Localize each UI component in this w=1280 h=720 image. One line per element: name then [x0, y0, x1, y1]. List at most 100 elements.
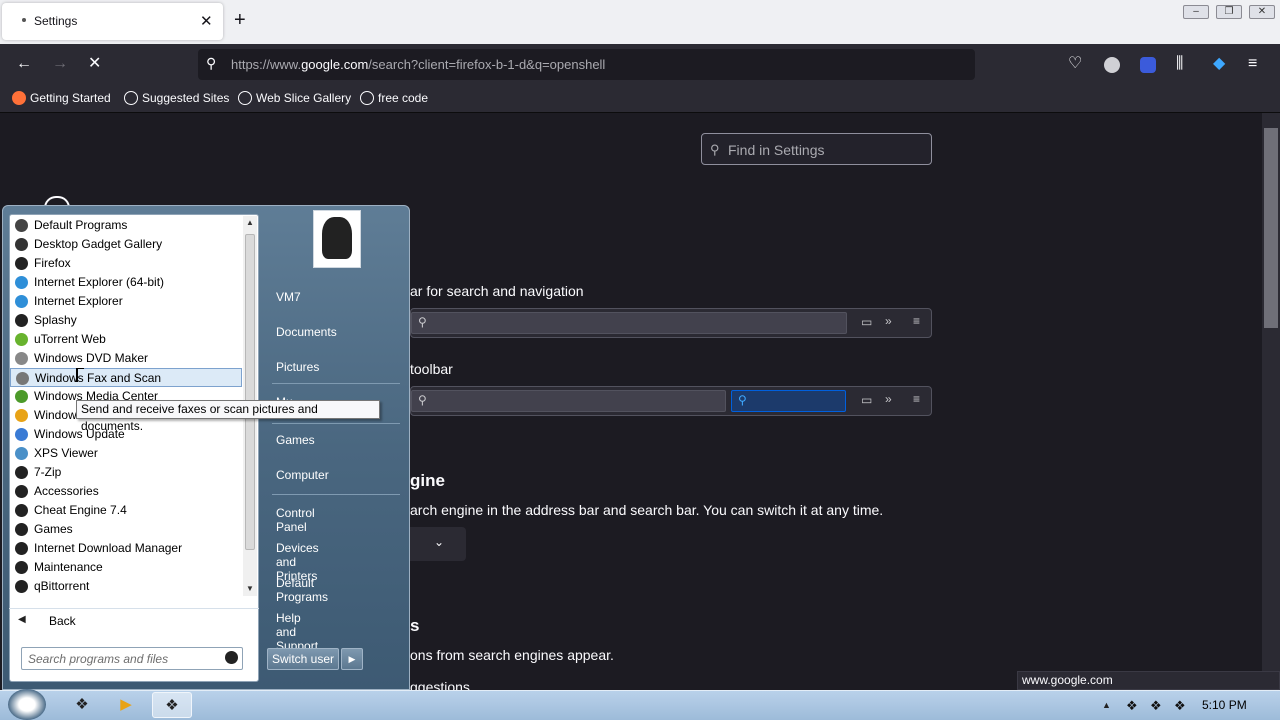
firefox-icon: [12, 91, 26, 105]
tab-close-icon[interactable]: ✕: [200, 12, 213, 30]
reader-icon: ▭: [861, 315, 873, 329]
search-icon: ⚲: [738, 393, 747, 407]
tab-loading-icon: [22, 18, 26, 22]
restore-button[interactable]: ❐: [1216, 5, 1242, 19]
menu-separator: [272, 383, 400, 384]
tray-app-icon[interactable]: ❖: [1150, 698, 1162, 714]
scrollbar-thumb[interactable]: [1264, 128, 1278, 328]
search-icon: ⚲: [418, 393, 427, 407]
tab-settings[interactable]: Settings ✕: [2, 3, 223, 40]
address-bar-option[interactable]: ⚲ ▭ » ≡: [410, 308, 932, 338]
program-item[interactable]: Firefox: [10, 254, 242, 273]
new-tab-button[interactable]: +: [234, 10, 246, 30]
start-right-item[interactable]: Documents: [276, 325, 337, 339]
tray-app-icon[interactable]: ❖: [1174, 698, 1186, 714]
chevron-down-icon: ⌄: [434, 535, 445, 549]
media-player-icon[interactable]: ▶: [106, 692, 146, 718]
program-item[interactable]: Cheat Engine 7.4: [10, 501, 242, 520]
library-icon[interactable]: ⫼: [1176, 55, 1183, 73]
switch-user-button[interactable]: Switch user: [267, 648, 339, 670]
taskbar-firefox-icon[interactable]: ❖: [152, 692, 192, 718]
bookmark-suggested-sites[interactable]: Suggested Sites: [124, 91, 229, 105]
taskbar-app-icon[interactable]: ❖: [62, 692, 102, 718]
app-icon: [15, 314, 28, 327]
minimize-button[interactable]: –: [1183, 5, 1209, 19]
menu-icon[interactable]: ≡: [1248, 55, 1257, 73]
taskbar: [0, 690, 1280, 720]
preview-address-input: ⚲: [411, 390, 726, 412]
tooltip: Send and receive faxes or scan pictures …: [76, 400, 380, 433]
user-avatar[interactable]: [313, 210, 361, 268]
forward-arrow-icon[interactable]: →: [52, 55, 68, 73]
program-label: Games: [34, 522, 73, 536]
shield-icon[interactable]: ◆: [1213, 55, 1225, 73]
extension-icon[interactable]: [1140, 57, 1156, 73]
globe-icon: [238, 91, 252, 105]
media-player-icon: [15, 409, 28, 422]
program-item[interactable]: Accessories: [10, 482, 242, 501]
tray-expand-icon[interactable]: ▲: [1102, 700, 1111, 710]
search-icon: ⚲: [206, 55, 217, 71]
stop-icon[interactable]: ✕: [88, 55, 101, 73]
folder-icon: [15, 523, 28, 536]
menu-separator: [272, 494, 400, 495]
program-item[interactable]: Windows DVD Maker: [10, 349, 242, 368]
program-label: qBittorrent: [34, 579, 90, 593]
program-item[interactable]: Desktop Gadget Gallery: [10, 235, 242, 254]
bookmark-free-code[interactable]: free code: [360, 91, 428, 105]
start-button[interactable]: [8, 689, 46, 720]
url-bar[interactable]: ⚲ https://www.google.com/search?client=f…: [198, 49, 975, 80]
update-icon: [15, 428, 28, 441]
suggestions-description: ons from search engines appear.: [410, 647, 614, 663]
scroll-up-icon[interactable]: ▲: [246, 218, 254, 227]
reader-icon: ▭: [861, 393, 873, 407]
program-item[interactable]: qBittorrent: [10, 577, 242, 596]
start-right-item[interactable]: Control Panel: [276, 506, 315, 534]
program-label: Maintenance: [34, 560, 103, 574]
program-item[interactable]: 7-Zip: [10, 463, 242, 482]
start-right-item[interactable]: VM7: [276, 290, 301, 304]
bookmark-getting-started[interactable]: Getting Started: [12, 91, 111, 105]
program-label: Internet Download Manager: [34, 541, 183, 555]
start-right-item[interactable]: Computer: [276, 468, 329, 482]
find-in-settings-input[interactable]: ⚲ Find in Settings: [701, 133, 932, 165]
ie-icon: [15, 276, 28, 289]
start-right-item[interactable]: Pictures: [276, 360, 319, 374]
account-icon[interactable]: [1104, 57, 1120, 73]
program-item[interactable]: uTorrent Web: [10, 330, 242, 349]
start-right-item[interactable]: Help and Support: [276, 611, 318, 653]
program-item[interactable]: Splashy: [10, 311, 242, 330]
tray-app-icon[interactable]: ❖: [1126, 698, 1138, 714]
program-item[interactable]: XPS Viewer: [10, 444, 242, 463]
utorrent-icon: [15, 333, 28, 346]
close-window-button[interactable]: ✕: [1249, 5, 1275, 19]
program-item[interactable]: Internet Explorer (64-bit): [10, 273, 242, 292]
program-item[interactable]: Internet Explorer: [10, 292, 242, 311]
program-label: Internet Explorer: [34, 294, 123, 308]
program-item[interactable]: Windows Fax and Scan: [10, 368, 242, 387]
program-item[interactable]: Default Programs: [10, 216, 242, 235]
preview-search-input: ⚲: [411, 312, 847, 334]
scroll-down-icon[interactable]: ▼: [246, 584, 254, 593]
folder-icon: [15, 580, 28, 593]
program-item[interactable]: Games: [10, 520, 242, 539]
start-right-item[interactable]: Default Programs: [276, 576, 328, 604]
back-arrow-icon[interactable]: ←: [16, 55, 32, 73]
shutdown-options-arrow-icon[interactable]: ▶: [341, 648, 363, 670]
programs-scrollbar-thumb[interactable]: [245, 234, 255, 550]
program-item[interactable]: Maintenance: [10, 558, 242, 577]
program-label: Cheat Engine 7.4: [34, 503, 127, 517]
pocket-icon[interactable]: ♡: [1068, 55, 1082, 73]
bookmark-web-slice-gallery[interactable]: Web Slice Gallery: [238, 91, 351, 105]
engine-dropdown[interactable]: ⌄: [410, 527, 466, 561]
status-url: www.google.com: [1017, 671, 1280, 690]
search-bar-option[interactable]: ⚲ ⚲ ▭ » ≡: [410, 386, 932, 416]
tab-title: Settings: [34, 14, 78, 28]
start-right-item[interactable]: Games: [276, 433, 315, 447]
program-item[interactable]: Internet Download Manager: [10, 539, 242, 558]
mouse-cursor-icon: [76, 368, 84, 382]
back-button[interactable]: ◀ Back: [9, 608, 259, 632]
menu-icon: ≡: [913, 392, 921, 406]
start-search-input[interactable]: Search programs and files: [21, 647, 243, 670]
overflow-icon: »: [885, 392, 892, 406]
